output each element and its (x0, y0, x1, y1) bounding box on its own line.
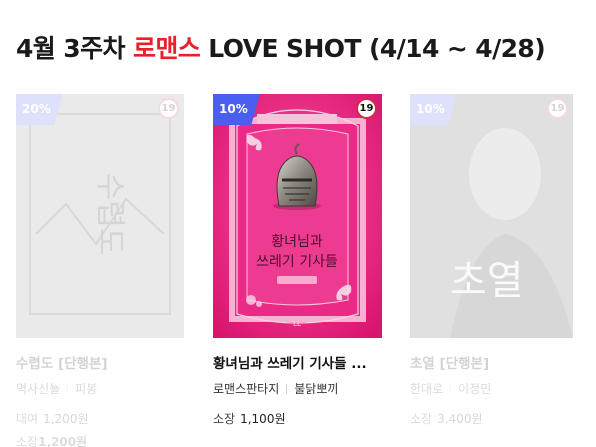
title-suffix: LOVE SHOT (4/14 ~ 4/28) (200, 34, 546, 63)
title-prefix: 4월 3주차 (16, 34, 133, 63)
cover-art: 황녀님과 쓰레기 기사들 LL (213, 94, 382, 338)
age-19-icon: 19 (547, 98, 568, 119)
book-genre[interactable]: 로맨스판타지 (213, 382, 279, 396)
price-label: 대여 (16, 412, 39, 426)
age-19-icon: 19 (356, 98, 377, 119)
price-value: 3,400원 (437, 412, 483, 426)
book-card-suryeopdo[interactable]: 수렵도 20% 19 수렵도 [단행본] 멱사신뇰 피봉 대여 1,200원 소장1… (16, 94, 198, 447)
divider (67, 384, 69, 394)
price2-label: 소장 (16, 435, 39, 447)
book-publisher[interactable]: 이정민 (458, 382, 491, 396)
cover-art: 수렵도 (16, 94, 184, 338)
cover-title-line2: 쓰레기 기사들 (256, 254, 338, 270)
book-meta: 로맨스판타지 불닭뽀끼 (213, 380, 395, 397)
price-value: 1,200원 (43, 412, 89, 426)
cover-title: 초열 (450, 258, 524, 304)
price-value: 1,100원 (240, 412, 286, 426)
book-price: 소장 3,400원 (410, 410, 592, 427)
book-author[interactable]: 불닭뽀끼 (294, 382, 338, 396)
book-cover[interactable]: 황녀님과 쓰레기 기사들 LL 10% 19 (213, 94, 382, 338)
book-cover[interactable]: 수렵도 20% 19 (16, 94, 184, 338)
book-price: 소장 1,100원 (213, 410, 395, 427)
cover-art: 초열 (410, 94, 573, 338)
book-meta: 멱사신뇰 피봉 (16, 380, 198, 397)
cover-title-line1: 황녀님과 (271, 234, 323, 250)
book-meta: 한대로 이정민 (410, 380, 592, 397)
price-label: 소장 (410, 412, 433, 426)
page-title: 4월 3주차 로맨스 LOVE SHOT (4/14 ~ 4/28) (16, 29, 546, 65)
divider (286, 384, 288, 394)
book-price: 대여 1,200원 (16, 410, 198, 427)
price2-value: 1,200원 (38, 435, 88, 447)
book-author[interactable]: 멱사신뇰 (16, 382, 60, 396)
book-cover[interactable]: 초열 10% 19 (410, 94, 573, 338)
book-author[interactable]: 한대로 (410, 382, 443, 396)
title-accent: 로맨스 (133, 34, 201, 63)
book-title[interactable]: 초열 [단행본] (410, 352, 592, 372)
book-title[interactable]: 황녀님과 쓰레기 기사들 ... (213, 352, 395, 372)
divider (450, 384, 452, 394)
book-price-2: 소장1,200원 (16, 433, 198, 447)
book-title[interactable]: 수렵도 [단행본] (16, 352, 198, 372)
cover-title: 수렵도 (92, 173, 127, 256)
age-19-icon: 19 (158, 98, 179, 119)
book-card-choyeol[interactable]: 초열 10% 19 초열 [단행본] 한대로 이정민 소장 3,400원 (410, 94, 592, 427)
book-card-hwangnyeo[interactable]: 황녀님과 쓰레기 기사들 LL 10% 19 황녀님과 쓰레기 기사들 ... … (213, 94, 395, 427)
cover-publisher-label: LL (293, 320, 301, 328)
price-label: 소장 (213, 412, 236, 426)
book-publisher[interactable]: 피봉 (75, 382, 97, 396)
